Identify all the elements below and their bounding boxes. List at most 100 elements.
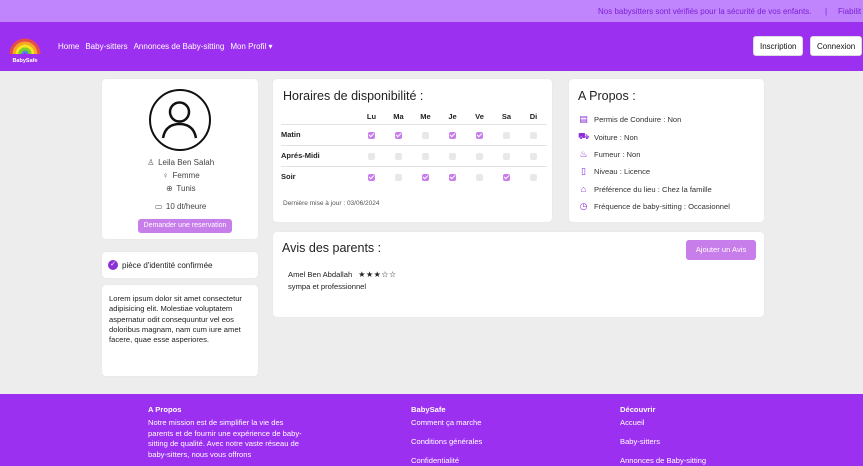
clock-icon: ◷ [579,201,588,211]
review-author: Amel Ben Abdallah [288,270,353,279]
announcement-separator: | [825,7,828,16]
schedule-row: Aprés-Midi [281,144,547,166]
profile-gender: Femme [172,171,200,180]
announcement-text: Nos babysitters sont vérifiés pour la sé… [598,7,812,16]
profile-name-row: ♙ Leila Ben Salah [102,158,258,167]
reserve-button[interactable]: Demander une reservation [138,219,232,233]
reviews-title: Avis des parents : [282,241,382,255]
about-item-level: ▯ Niveau : Licence [578,166,650,177]
profile-city-row: ⊕ Tunis [102,184,258,193]
fire-icon: ♨ [579,149,588,159]
schedule-cell [412,165,439,187]
last-updated: Dernière mise à jour : 03/06/2024 [283,200,380,207]
day-header: Sa [501,112,512,122]
schedule-cell [385,144,412,166]
about-item-license: ▤ Permis de Conduire : Non [579,114,682,124]
about-card: A Propos : ▤ Permis de Conduire : Non ⛟ … [569,79,764,222]
availability-checkbox[interactable] [449,131,456,139]
schedule-cell [493,123,520,145]
schedule-row: Soir [281,165,547,187]
schedule-row-label: Matin [281,123,358,145]
availability-checkbox[interactable] [368,152,375,160]
id-card-icon: ▤ [579,114,588,124]
review-text: sympa et professionnel [288,282,367,291]
schedule-cell [439,165,466,187]
logo-text: BabySafe [12,58,37,64]
availability-checkbox[interactable] [476,152,483,160]
review-author-row: Amel Ben Abdallah ★★★☆☆ [288,270,397,279]
footer-col-discover: Découvrir Accueil Baby-sitters Annonces … [620,405,706,466]
day-header: Je [448,112,457,122]
verified-text: pièce d'identité confirmée [122,260,213,270]
footer-link-babysitters[interactable]: Baby-sitters [620,437,706,446]
footer: A Propos Notre mission est de simplifier… [0,394,863,466]
availability-checkbox[interactable] [422,173,429,181]
schedule-cell [466,123,493,145]
nav-babysitters[interactable]: Baby-sitters [85,42,127,51]
availability-checkbox[interactable] [395,173,402,181]
availability-checkbox[interactable] [422,152,429,160]
announcement-bar: Nos babysitters sont vérifiés pour la sé… [0,0,863,22]
availability-checkbox[interactable] [530,173,537,181]
bio-text: Lorem ipsum dolor sit amet consectetur a… [109,294,242,345]
schedule-cell [466,165,493,187]
avatar [149,89,211,151]
availability-checkbox[interactable] [368,173,375,181]
announcement-link[interactable]: Fiabilit [838,7,861,16]
about-item-frequency: ◷ Fréquence de baby-sitting : Occasionne… [579,201,730,211]
about-item-place: ⌂ Préférence du lieu : Chez la famille [578,184,712,194]
availability-checkbox[interactable] [503,152,510,160]
footer-link-annonces[interactable]: Annonces de Baby-sitting [620,456,706,465]
schedule-cell [358,165,385,187]
availability-checkbox[interactable] [422,131,429,139]
footer-col-babysafe: BabySafe Comment ça marche Conditions gé… [411,405,482,466]
availability-checkbox[interactable] [476,131,483,139]
add-review-button[interactable]: Ajouter un Avis [686,240,756,260]
book-icon: ▯ [581,166,586,176]
availability-checkbox[interactable] [449,173,456,181]
footer-link-home[interactable]: Accueil [620,418,706,427]
about-item-car: ⛟ Voiture : Non [578,131,638,142]
footer-about-text: Notre mission est de simplifier la vie d… [148,418,302,459]
footer-link-terms[interactable]: Conditions générales [411,437,482,446]
availability-checkbox[interactable] [368,131,375,139]
availability-checkbox[interactable] [449,152,456,160]
availability-checkbox[interactable] [476,173,483,181]
profile-card: ♙ Leila Ben Salah ♀ Femme ⊕ Tunis ▭ 10 d… [102,79,258,239]
availability-checkbox[interactable] [503,173,510,181]
schedule-cell [520,123,547,145]
schedule-cell [439,144,466,166]
footer-link-how[interactable]: Comment ça marche [411,418,482,427]
availability-checkbox[interactable] [530,131,537,139]
day-header: Ma [393,112,404,122]
nav-links: Home Baby-sitters Annonces de Baby-sitti… [58,42,273,51]
person-icon: ♙ [147,158,155,167]
bio-card: Lorem ipsum dolor sit amet consectetur a… [102,285,258,376]
nav-mon-profil[interactable]: Mon Profil ▾ [230,42,272,51]
availability-checkbox[interactable] [395,152,402,160]
availability-checkbox[interactable] [395,131,402,139]
nav-home[interactable]: Home [58,42,79,51]
verified-row: ✓ pièce d'identité confirmée [108,260,212,270]
babysafe-logo[interactable]: BabySafe [7,32,43,64]
footer-link-privacy[interactable]: Confidentialité [411,456,482,465]
schedule-cell [439,123,466,145]
nav-annonces[interactable]: Annonces de Baby-sitting [134,42,225,51]
user-icon [161,101,198,139]
verified-check-icon: ✓ [108,260,118,270]
schedule-cell [520,144,547,166]
schedule-row-label: Soir [281,165,358,187]
day-header: Lu [366,112,377,122]
availability-checkbox[interactable] [530,152,537,160]
availability-checkbox[interactable] [503,131,510,139]
footer-about-title: A Propos [148,405,182,414]
schedule-cell [412,144,439,166]
reviews-card: Avis des parents : Ajouter un Avis Amel … [273,232,764,317]
login-button[interactable]: Connexion [810,36,863,56]
profile-name: Leila Ben Salah [158,158,215,167]
footer-discover-title: Découvrir [620,405,656,414]
register-button[interactable]: Inscription [753,36,804,56]
day-header: Ve [475,112,484,122]
footer-col-about: A Propos Notre mission est de simplifier… [148,405,308,460]
about-item-smoker: ♨ Fumeur : Non [579,149,641,159]
